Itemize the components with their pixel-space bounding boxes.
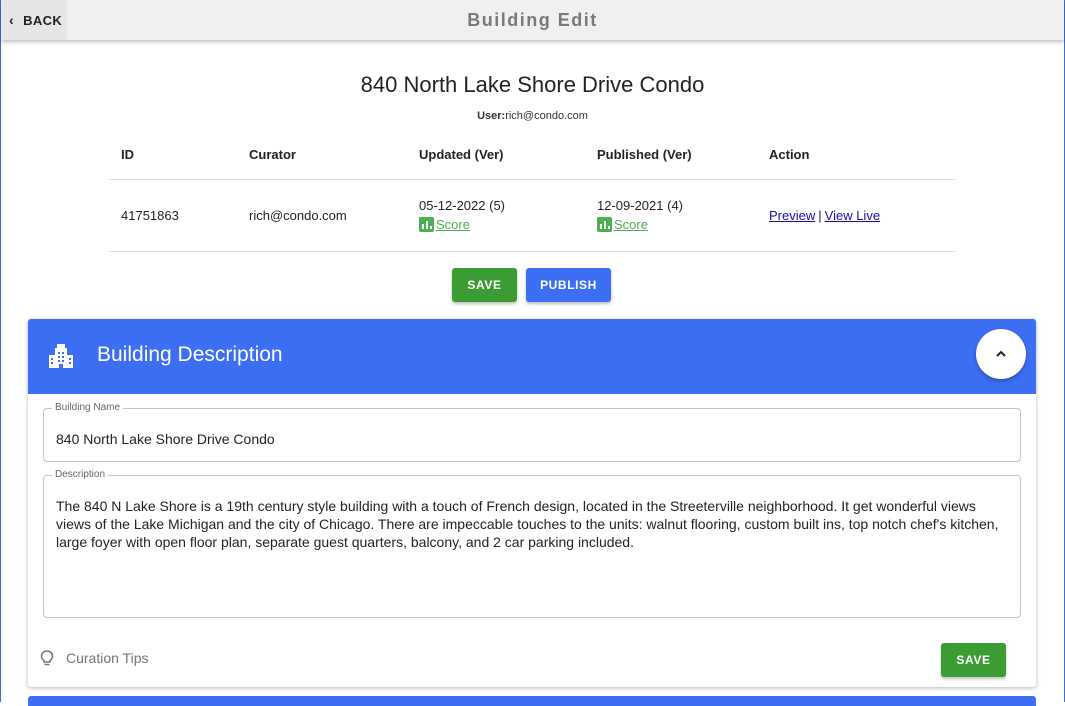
view-live-link[interactable]: View Live	[825, 208, 880, 223]
building-title: 840 North Lake Shore Drive Condo	[360, 72, 705, 97]
back-button[interactable]: ‹ BACK	[1, 0, 67, 40]
updated-version: 05-12-2022 (5)	[419, 198, 505, 213]
building-name-field[interactable]: Building Name 840 North Lake Shore Drive…	[43, 403, 1021, 462]
published-score[interactable]: Score	[597, 217, 683, 232]
card-save-button[interactable]: SAVE	[941, 643, 1006, 677]
back-label: BACK	[23, 12, 63, 28]
user-line: User:rich@condo.com	[0, 110, 1065, 122]
updated-score[interactable]: Score	[419, 217, 505, 232]
published-cell: 12-09-2021 (4) Score	[597, 198, 683, 232]
updated-score-link[interactable]: Score	[436, 217, 470, 232]
save-button[interactable]: SAVE	[452, 268, 517, 302]
building-id: 41751863	[121, 208, 179, 223]
description-label: Description	[55, 469, 106, 480]
score-bar-chart-icon	[419, 217, 434, 232]
window-border-left	[0, 0, 1, 702]
chevron-left-icon: ‹	[9, 12, 15, 28]
column-header-curator: Curator	[249, 147, 296, 162]
action-cell: Preview | View Live	[769, 208, 880, 223]
card-title: Building Description	[97, 343, 283, 366]
column-header-action: Action	[769, 147, 810, 162]
curation-tips[interactable]: Curation Tips	[38, 649, 148, 667]
building-name-label: Building Name	[55, 402, 121, 413]
chevron-up-icon	[996, 350, 1006, 357]
curation-tips-label: Curation Tips	[66, 650, 149, 666]
column-header-updated: Updated (Ver)	[419, 147, 504, 162]
published-version: 12-09-2021 (4)	[597, 198, 683, 213]
updated-cell: 05-12-2022 (5) Score	[419, 198, 505, 232]
column-header-published: Published (Ver)	[597, 147, 692, 162]
column-header-id: ID	[121, 147, 134, 162]
building-description-card: Building Description Building Name 840 N…	[28, 319, 1036, 687]
description-field[interactable]: Description The 840 N Lake Shore is a 19…	[43, 470, 1021, 618]
publish-button[interactable]: PUBLISH	[526, 268, 611, 302]
lightbulb-icon	[40, 650, 54, 666]
curator-email: rich@condo.com	[249, 208, 347, 223]
collapse-button[interactable]	[976, 329, 1026, 379]
preview-link[interactable]: Preview	[769, 208, 815, 223]
building-info-table: ID Curator Updated (Ver) Published (Ver)…	[109, 130, 956, 252]
description-value[interactable]: The 840 N Lake Shore is a 19th century s…	[56, 497, 1006, 551]
action-separator: |	[818, 208, 822, 223]
card-header: Building Description	[28, 319, 1036, 394]
next-section-card-header	[28, 696, 1036, 706]
score-bar-chart-icon	[597, 217, 612, 232]
user-label: User:	[477, 110, 506, 122]
page-title: Building Edit	[467, 10, 598, 30]
building-name-value[interactable]: 840 North Lake Shore Drive Condo	[56, 431, 275, 447]
app-bar: ‹ BACK Building Edit	[1, 0, 1064, 40]
published-score-link[interactable]: Score	[614, 217, 648, 232]
building-icon	[49, 344, 73, 368]
table-header-row: ID Curator Updated (Ver) Published (Ver)…	[109, 130, 956, 180]
user-email: rich@condo.com	[505, 110, 588, 122]
table-row: 41751863 rich@condo.com 05-12-2022 (5) S…	[109, 180, 956, 252]
